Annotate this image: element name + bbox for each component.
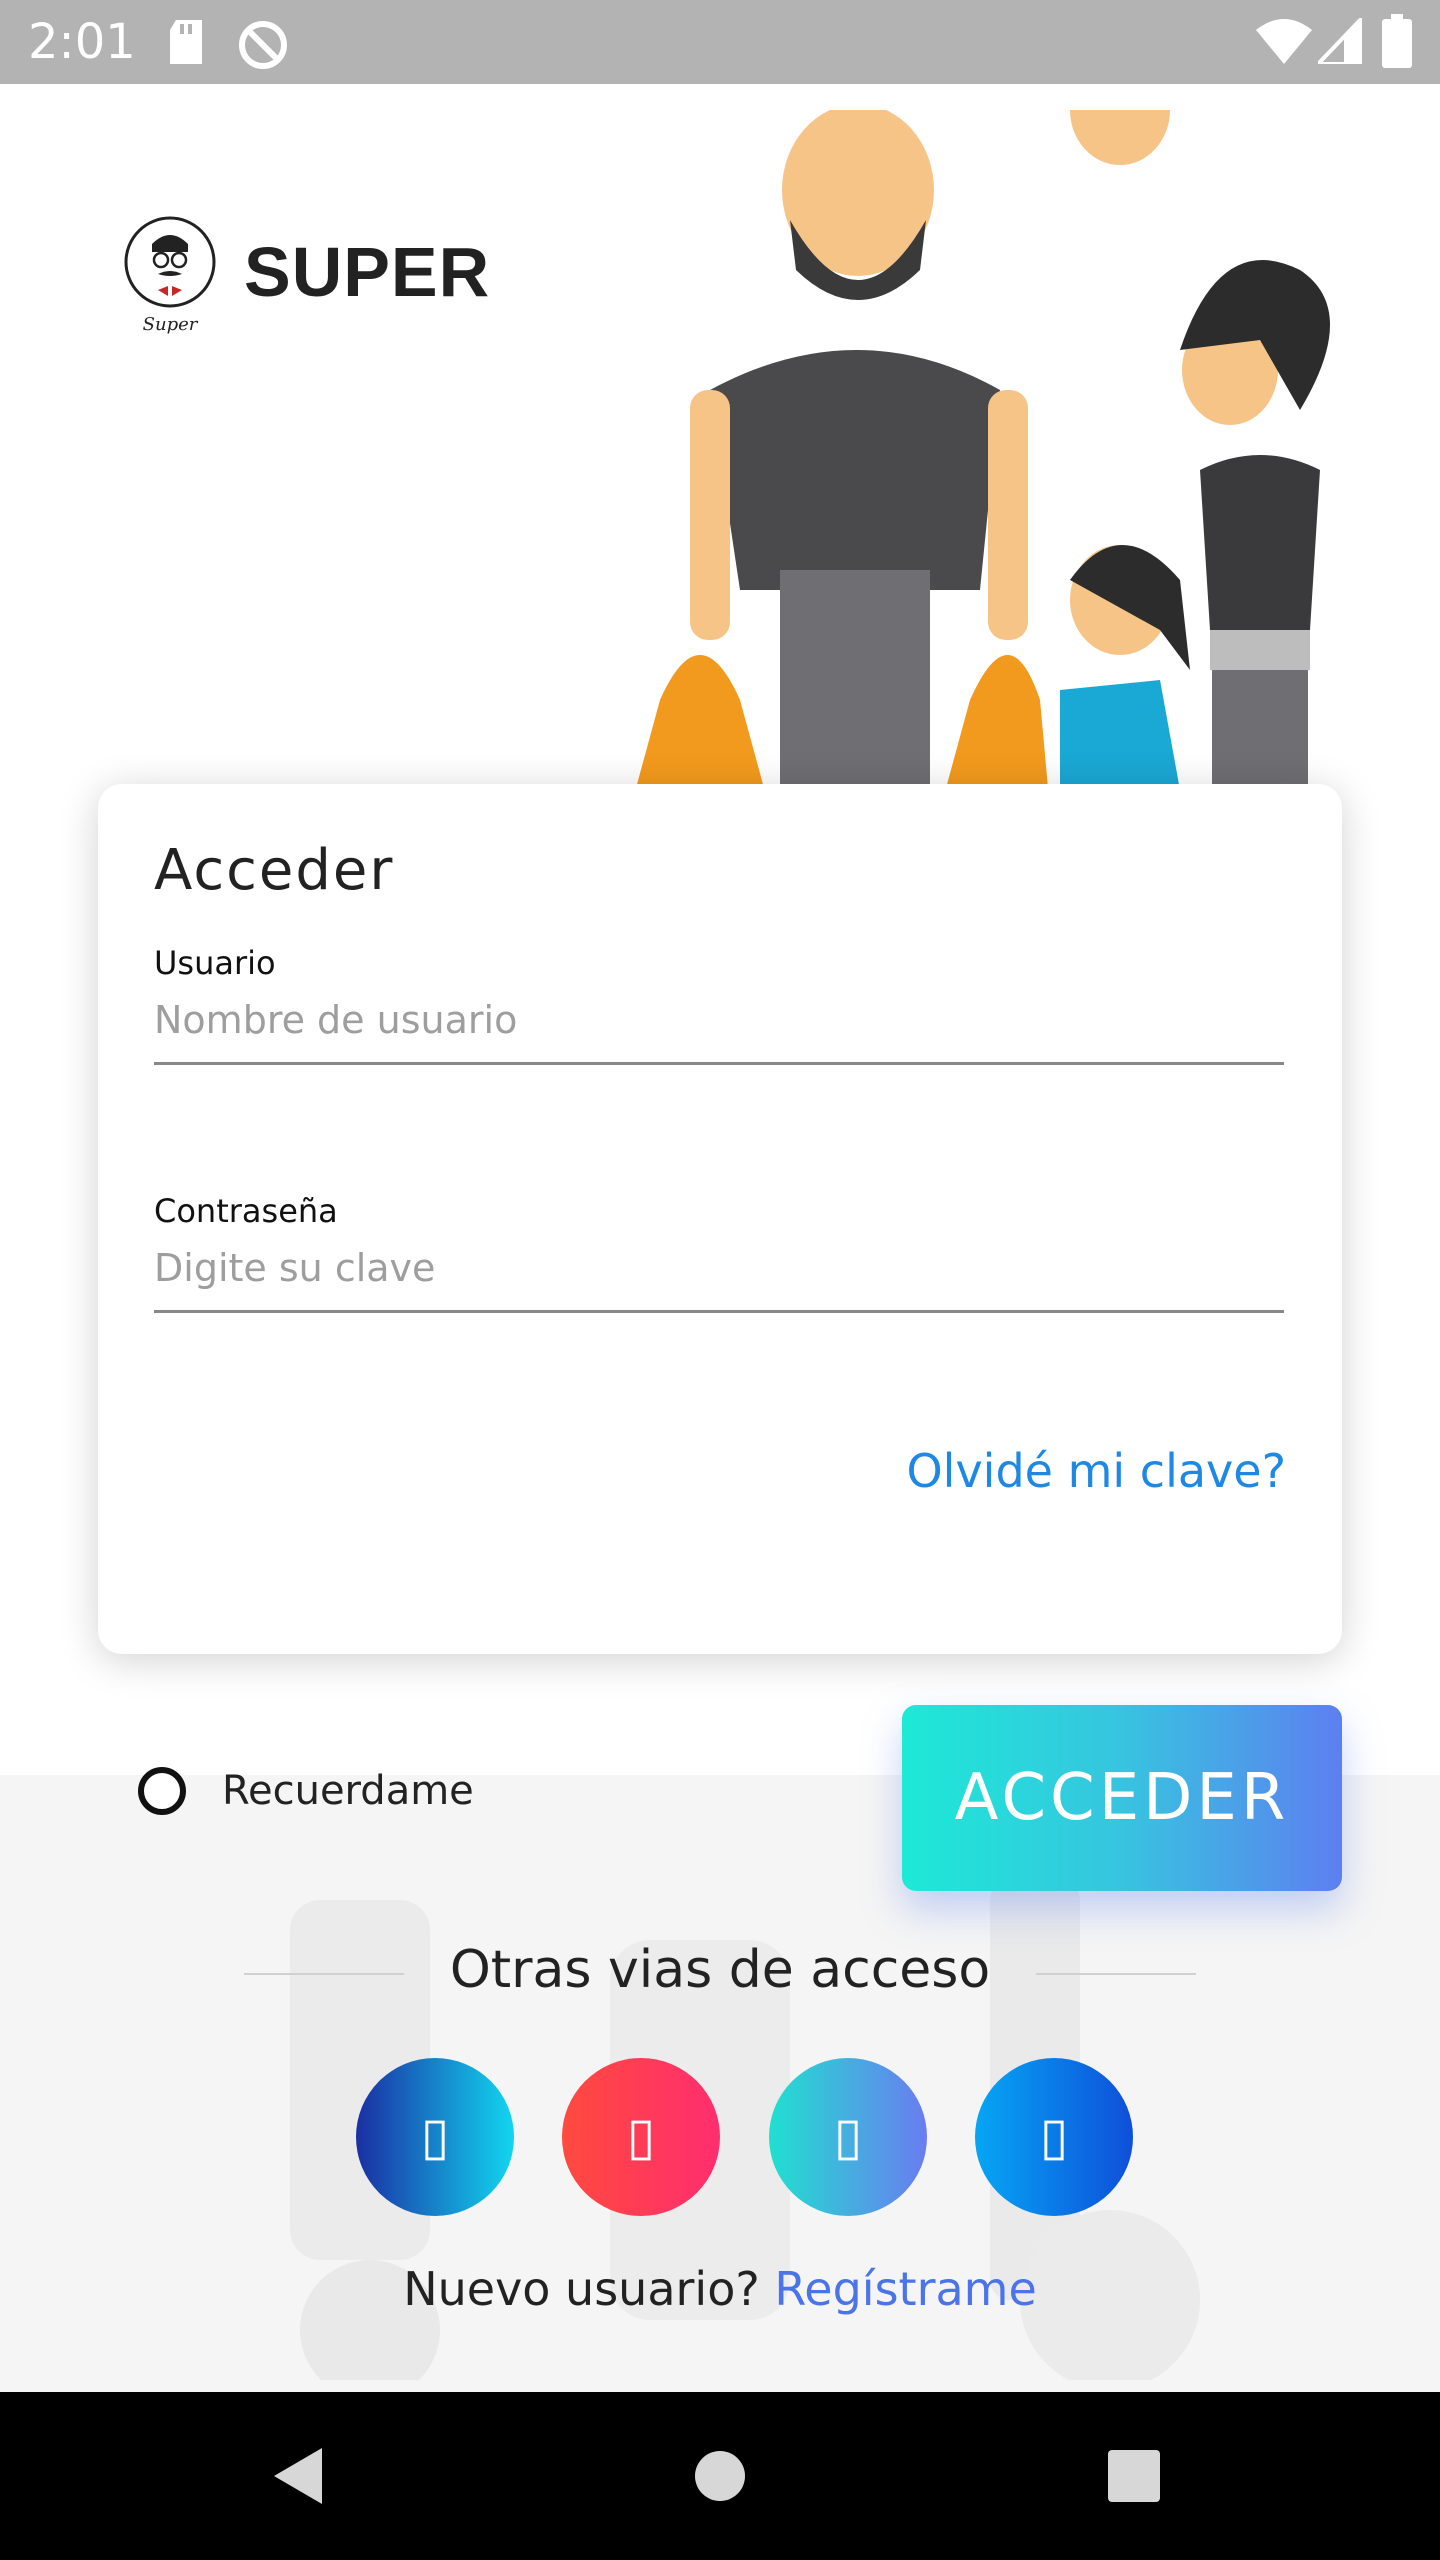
sd-card-icon bbox=[170, 20, 202, 64]
username-input[interactable] bbox=[154, 978, 1284, 1065]
battery-icon bbox=[1382, 14, 1412, 68]
remember-me-toggle[interactable]: Recuerdame bbox=[138, 1767, 474, 1815]
home-circle-icon bbox=[695, 2451, 745, 2501]
super-logo: Super bbox=[124, 216, 216, 334]
brand-title: SUPER bbox=[244, 233, 491, 311]
register-link[interactable]: Regístrame bbox=[774, 2262, 1036, 2316]
signal-icon bbox=[1318, 18, 1362, 64]
register-prompt: Nuevo usuario? bbox=[403, 2262, 760, 2316]
svg-text:Super: Super bbox=[143, 314, 199, 334]
navigation-bar bbox=[0, 2392, 1440, 2560]
social-login-icon-2: ▯ bbox=[626, 2107, 656, 2167]
username-label: Usuario bbox=[154, 944, 276, 982]
nav-recents-button[interactable] bbox=[1034, 2392, 1234, 2560]
family-illustration bbox=[635, 110, 1330, 790]
social-login-button-3[interactable]: ▯ bbox=[769, 2058, 927, 2216]
sync-disabled-icon bbox=[239, 21, 287, 69]
forgot-password-link[interactable]: Olvidé mi clave? bbox=[906, 1444, 1286, 1498]
back-triangle-icon bbox=[274, 2448, 322, 2504]
social-login-button-1[interactable]: ▯ bbox=[356, 2058, 514, 2216]
remember-me-radio[interactable] bbox=[138, 1767, 186, 1815]
password-label: Contraseña bbox=[154, 1192, 338, 1230]
nav-back-button[interactable] bbox=[200, 2392, 400, 2560]
social-login-icon-1: ▯ bbox=[420, 2107, 450, 2167]
social-login-icon-3: ▯ bbox=[833, 2107, 863, 2167]
login-card: Acceder Usuario Contraseña Olvidé mi cla… bbox=[98, 784, 1342, 1654]
status-time: 2:01 bbox=[28, 14, 136, 70]
other-access-title: Otras vias de acceso bbox=[449, 1940, 991, 2000]
status-bar: 2:01 bbox=[0, 0, 1440, 84]
social-login-button-4[interactable]: ▯ bbox=[975, 2058, 1133, 2216]
password-input[interactable] bbox=[154, 1226, 1284, 1313]
social-login-button-2[interactable]: ▯ bbox=[562, 2058, 720, 2216]
wifi-icon bbox=[1256, 19, 1312, 64]
recents-square-icon bbox=[1108, 2450, 1160, 2502]
remember-me-label: Recuerdame bbox=[222, 1768, 474, 1814]
social-login-icon-4: ▯ bbox=[1039, 2107, 1069, 2167]
login-button[interactable]: ACCEDER bbox=[902, 1705, 1342, 1891]
register-line: Nuevo usuario? Regístrame bbox=[0, 2262, 1440, 2316]
card-title: Acceder bbox=[154, 838, 395, 903]
nav-home-button[interactable] bbox=[620, 2392, 820, 2560]
